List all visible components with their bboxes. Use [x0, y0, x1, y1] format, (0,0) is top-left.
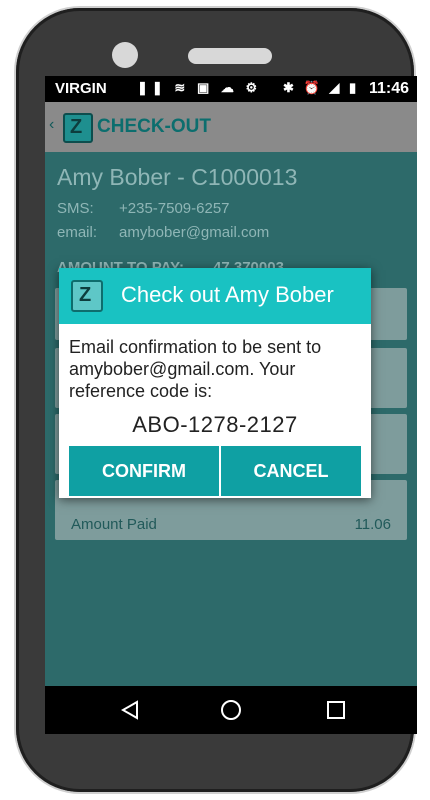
nav-back-icon[interactable]	[121, 700, 139, 720]
signal-icon: ◢	[329, 80, 343, 95]
earpiece-speaker	[188, 48, 272, 64]
android-icon: ⚙	[245, 80, 262, 95]
system-icons: ✱ ⏰ ◢ ▮	[283, 80, 359, 96]
checkout-dialog: Z Check out Amy Bober Email confirmation…	[59, 268, 371, 498]
confirm-button[interactable]: CONFIRM	[69, 446, 219, 496]
dialog-title: Check out Amy Bober	[121, 282, 334, 307]
pause-icon: ❚❚	[137, 80, 167, 95]
battery-icon: ▮	[348, 80, 360, 95]
customer-name: Amy Bober - C1000013	[57, 164, 298, 190]
carrier-label: VIRGIN	[55, 80, 107, 97]
alarm-icon: ⏰	[303, 80, 323, 95]
sms-value: +235-7509-6257	[119, 200, 230, 217]
bluetooth-icon: ✱	[283, 80, 297, 95]
sms-row: SMS: +235-7509-6257	[57, 200, 230, 217]
logo-glyph: Z	[70, 116, 83, 138]
cloud-icon: ☁	[220, 80, 238, 95]
amount-paid-value: 11.06	[354, 516, 391, 533]
clock: 11:46	[368, 80, 409, 97]
email-value: amybober@gmail.com	[119, 224, 270, 241]
app-logo-icon: Z	[71, 280, 103, 312]
dialog-header: Z Check out Amy Bober	[59, 268, 371, 324]
wifi-icon: ≋	[174, 80, 190, 95]
sms-label: SMS:	[57, 200, 94, 217]
logo-glyph: Z	[79, 284, 92, 306]
image-icon: ▣	[196, 80, 214, 95]
amount-paid-label: Amount Paid	[71, 516, 157, 533]
navigation-bar	[45, 686, 417, 734]
email-row: email: amybober@gmail.com	[57, 224, 269, 241]
dialog-message: Email confirmation to be sent to amybobe…	[69, 337, 322, 401]
cancel-button[interactable]: CANCEL	[221, 446, 361, 496]
app-logo-icon[interactable]: Z	[63, 113, 93, 143]
notification-icons: ❚❚ ≋ ▣ ☁ ⚙	[137, 80, 261, 96]
front-camera	[112, 42, 138, 68]
nav-home-icon[interactable]	[221, 700, 241, 720]
status-bar: VIRGIN ❚❚ ≋ ▣ ☁ ⚙ ✱ ⏰ ◢ ▮ 11:46	[45, 76, 417, 102]
reference-code: ABO-1278-2127	[132, 412, 298, 437]
email-label: email:	[57, 224, 98, 241]
back-chevron-icon[interactable]: ‹	[49, 116, 54, 134]
page-title: CHECK-OUT	[97, 116, 211, 137]
nav-recents-icon[interactable]	[327, 701, 345, 719]
app-bar: ‹ Z CHECK-OUT	[45, 102, 417, 152]
